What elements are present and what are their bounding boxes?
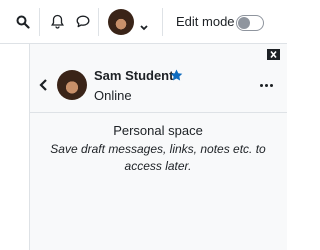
navbar-divider [98,8,99,36]
chevron-down-icon[interactable] [140,18,148,36]
message-icon[interactable] [76,15,90,28]
navbar-divider [162,8,163,36]
toggle-knob [238,17,250,29]
edit-mode-label: Edit mode [176,14,235,29]
contact-avatar [57,70,87,100]
edit-mode-toggle[interactable] [236,15,264,31]
contact-name: Sam Student [94,68,174,83]
bell-icon[interactable] [51,14,64,29]
personal-space-description: Save draft messages, links, notes etc. t… [50,142,266,173]
contact-status: Online [94,88,132,103]
user-avatar[interactable] [108,9,134,35]
close-icon[interactable] [267,49,280,60]
navbar-divider [39,8,40,36]
search-icon[interactable] [16,15,30,29]
star-icon [170,68,183,86]
personal-space-title: Personal space [113,123,203,138]
chevron-left-icon[interactable] [39,78,48,96]
ellipsis-icon[interactable] [260,84,273,87]
